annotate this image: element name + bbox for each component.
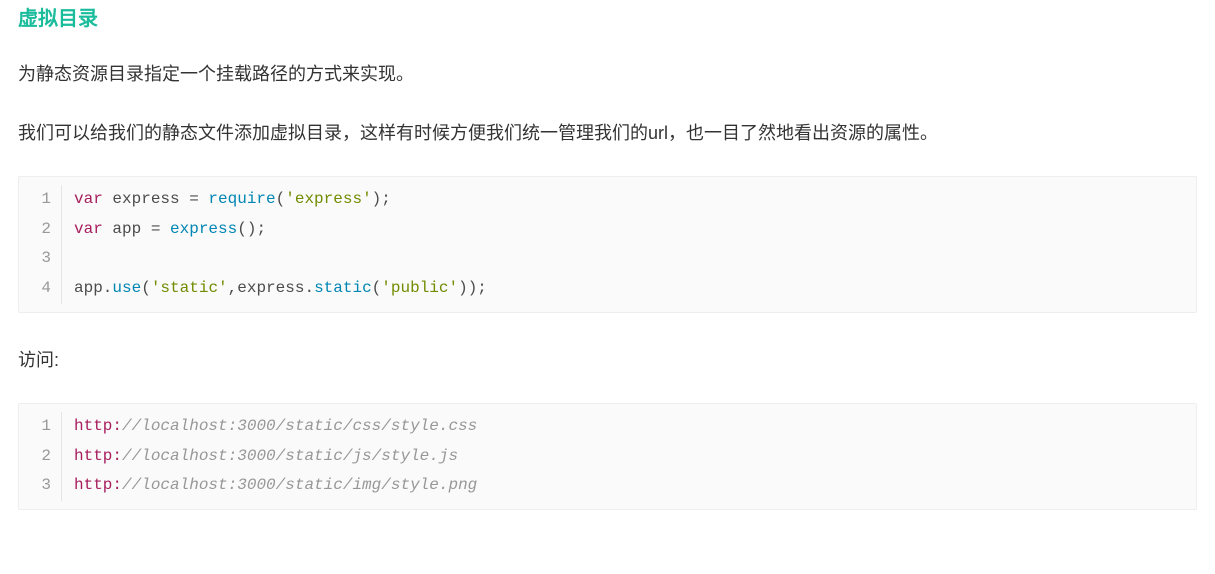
paragraph-intro-1: 为静态资源目录指定一个挂载路径的方式来实现。 (18, 59, 1197, 90)
line-number: 1 (19, 412, 61, 442)
line-number: 4 (19, 274, 61, 304)
code-line: 1http://localhost:3000/static/css/style.… (19, 412, 1196, 442)
code-line: 2http://localhost:3000/static/js/style.j… (19, 442, 1196, 472)
code-block-1: 1var express = require('express');2var a… (18, 176, 1197, 312)
code-content (61, 244, 84, 274)
code-content: var express = require('express'); (61, 185, 391, 215)
section-heading: 虚拟目录 (18, 0, 1197, 31)
line-number: 3 (19, 471, 61, 501)
paragraph-intro-2: 我们可以给我们的静态文件添加虚拟目录，这样有时候方便我们统一管理我们的url，也… (18, 118, 1197, 149)
code-content: app.use('static',express.static('public'… (61, 274, 487, 304)
code-content: var app = express(); (61, 215, 266, 245)
code-line: 2var app = express(); (19, 215, 1196, 245)
code-line: 4app.use('static',express.static('public… (19, 274, 1196, 304)
line-number: 2 (19, 442, 61, 472)
code-content: http://localhost:3000/static/img/style.p… (61, 471, 477, 501)
code-content: http://localhost:3000/static/js/style.js (61, 442, 458, 472)
code-line: 3 (19, 244, 1196, 274)
code-line: 1var express = require('express'); (19, 185, 1196, 215)
line-number: 1 (19, 185, 61, 215)
line-number: 2 (19, 215, 61, 245)
line-number: 3 (19, 244, 61, 274)
code-line: 3http://localhost:3000/static/img/style.… (19, 471, 1196, 501)
code-content: http://localhost:3000/static/css/style.c… (61, 412, 477, 442)
code-block-2: 1http://localhost:3000/static/css/style.… (18, 403, 1197, 510)
paragraph-access: 访问: (18, 345, 1197, 376)
